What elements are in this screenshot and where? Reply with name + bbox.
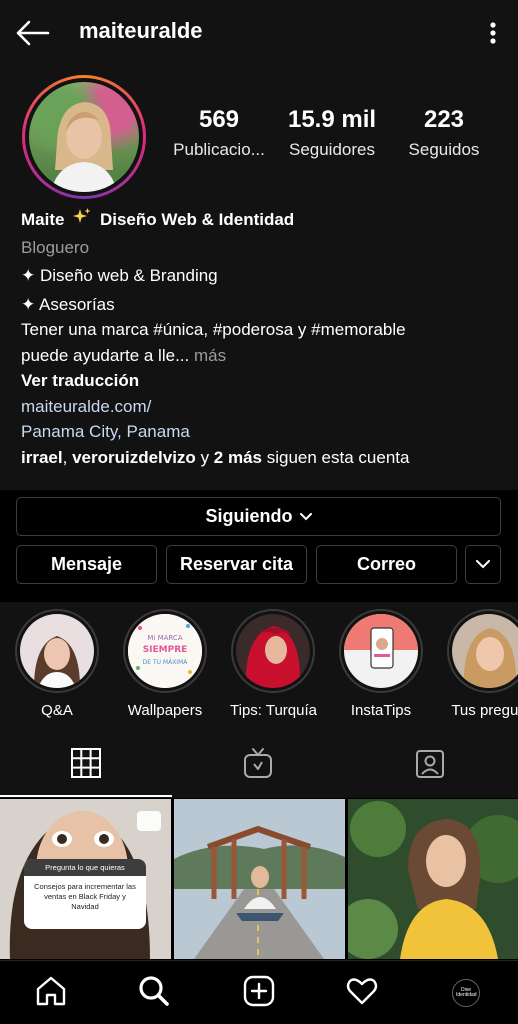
chevron-down-icon [476,560,490,569]
highlight-label: Tips: Turquía [230,702,317,719]
grid-icon [70,747,102,784]
more-link[interactable]: más [194,346,226,365]
chevron-down-icon [299,512,312,521]
bio-line: ✦ Asesorías [21,294,115,314]
bottom-navigation: Dise Identidad [0,960,518,1024]
profile-tabs [0,732,518,798]
svg-text:DE TU MÁXIMA: DE TU MÁXIMA [143,659,189,666]
nav-home[interactable] [21,961,81,1024]
igtv-icon [242,747,274,784]
avatar[interactable] [22,75,146,199]
highlight-item[interactable]: Mi MARCA SIEMPRE DE TU MÁXIMA Wallpapers [122,609,208,719]
stat-posts[interactable]: 569 Publicacio... [168,106,270,160]
highlight-item[interactable]: Tips: Turquía [230,609,317,719]
highlight-label: InstaTips [350,702,412,719]
post-thumbnail[interactable] [348,799,518,959]
more-vertical-icon[interactable] [484,18,502,48]
highlight-cover: Mi MARCA SIEMPRE DE TU MÁXIMA [128,614,202,688]
stat-label: Publicacio... [173,140,265,159]
svg-text:Mi MARCA: Mi MARCA [147,634,182,642]
question-sticker-title: Pregunta lo que quieras [24,859,146,876]
profile-avatar-icon: Dise Identidad [452,979,480,1007]
back-arrow-icon[interactable] [14,18,50,48]
mutual-followers[interactable]: irrael, veroruizdelvizo y 2 más siguen e… [21,445,501,471]
stat-following[interactable]: 223 Seguidos [400,106,488,160]
bio-line: Tener una marca #única, #poderosa y #mem… [21,320,406,339]
stat-label: Seguidos [408,140,480,159]
profile-section: 569 Publicacio... 15.9 mil Seguidores 22… [0,66,518,490]
highlight-cover [20,614,94,688]
post-grid: Pregunta lo que quieras Consejos para in… [0,799,518,959]
bio-line: ✦ Diseño web & Branding [21,266,218,285]
suggested-accounts-button[interactable] [465,545,501,584]
highlight-cover [344,614,418,688]
highlight-label: Tus pregun [451,702,518,719]
post-thumbnail[interactable] [174,799,345,959]
avatar-photo [29,82,139,192]
stat-followers[interactable]: 15.9 mil Seguidores [283,106,381,160]
category-label: Bloguero [21,237,90,257]
bio: Maite Diseño Web & Identidad Bloguero ✦ … [21,207,501,470]
translate-link[interactable]: Ver traducción [21,368,501,394]
website-link[interactable]: maiteuralde.com/ [21,394,501,420]
book-appointment-button[interactable]: Reservar cita [166,545,307,584]
tab-tagged[interactable] [344,732,516,798]
active-tab-indicator [0,795,172,797]
add-icon [242,974,276,1013]
tab-igtv[interactable] [172,732,344,798]
nav-search[interactable] [124,961,184,1024]
story-highlights: Q&A Mi MARCA SIEMPRE DE TU MÁXIMA Wallpa… [0,602,518,732]
highlight-item[interactable]: Q&A [14,609,100,719]
bio-line-truncated: puede ayudarte a lle... más [21,345,227,365]
location-link[interactable]: Panama City, Panama [21,419,501,445]
question-sticker: Pregunta lo que quieras Consejos para in… [24,859,146,929]
following-button[interactable]: Siguiendo [16,497,501,536]
message-button[interactable]: Mensaje [16,545,157,584]
highlight-label: Wallpapers [127,702,203,719]
nav-create[interactable] [229,961,289,1024]
post-thumbnail[interactable]: Pregunta lo que quieras Consejos para in… [0,799,171,959]
stat-value: 223 [423,106,465,133]
highlight-item[interactable]: InstaTips [338,609,424,719]
question-sticker-answer: Consejos para incrementar las ventas en … [34,882,136,911]
nav-profile[interactable]: Dise Identidad [436,961,496,1024]
display-name: Maite Diseño Web & Identidad [21,207,501,235]
email-button[interactable]: Correo [316,545,457,584]
heart-icon [345,974,379,1013]
stat-label: Seguidores [288,140,375,159]
highlight-cover [236,614,310,688]
top-bar: maiteuralde [0,0,518,66]
home-icon [34,974,68,1013]
highlight-label: Q&A [41,702,73,719]
stat-value: 15.9 mil [287,106,377,133]
highlight-item[interactable]: Tus pregun [446,609,518,719]
svg-text:SIEMPRE: SIEMPRE [143,645,188,655]
nav-activity[interactable] [332,961,392,1024]
highlight-cover [452,614,518,688]
tab-posts-grid[interactable] [0,732,172,798]
tagged-icon [414,747,446,784]
stat-value: 569 [198,106,240,133]
profile-username: maiteuralde [79,18,203,43]
sparkles-icon [72,207,92,235]
search-icon [137,974,171,1013]
